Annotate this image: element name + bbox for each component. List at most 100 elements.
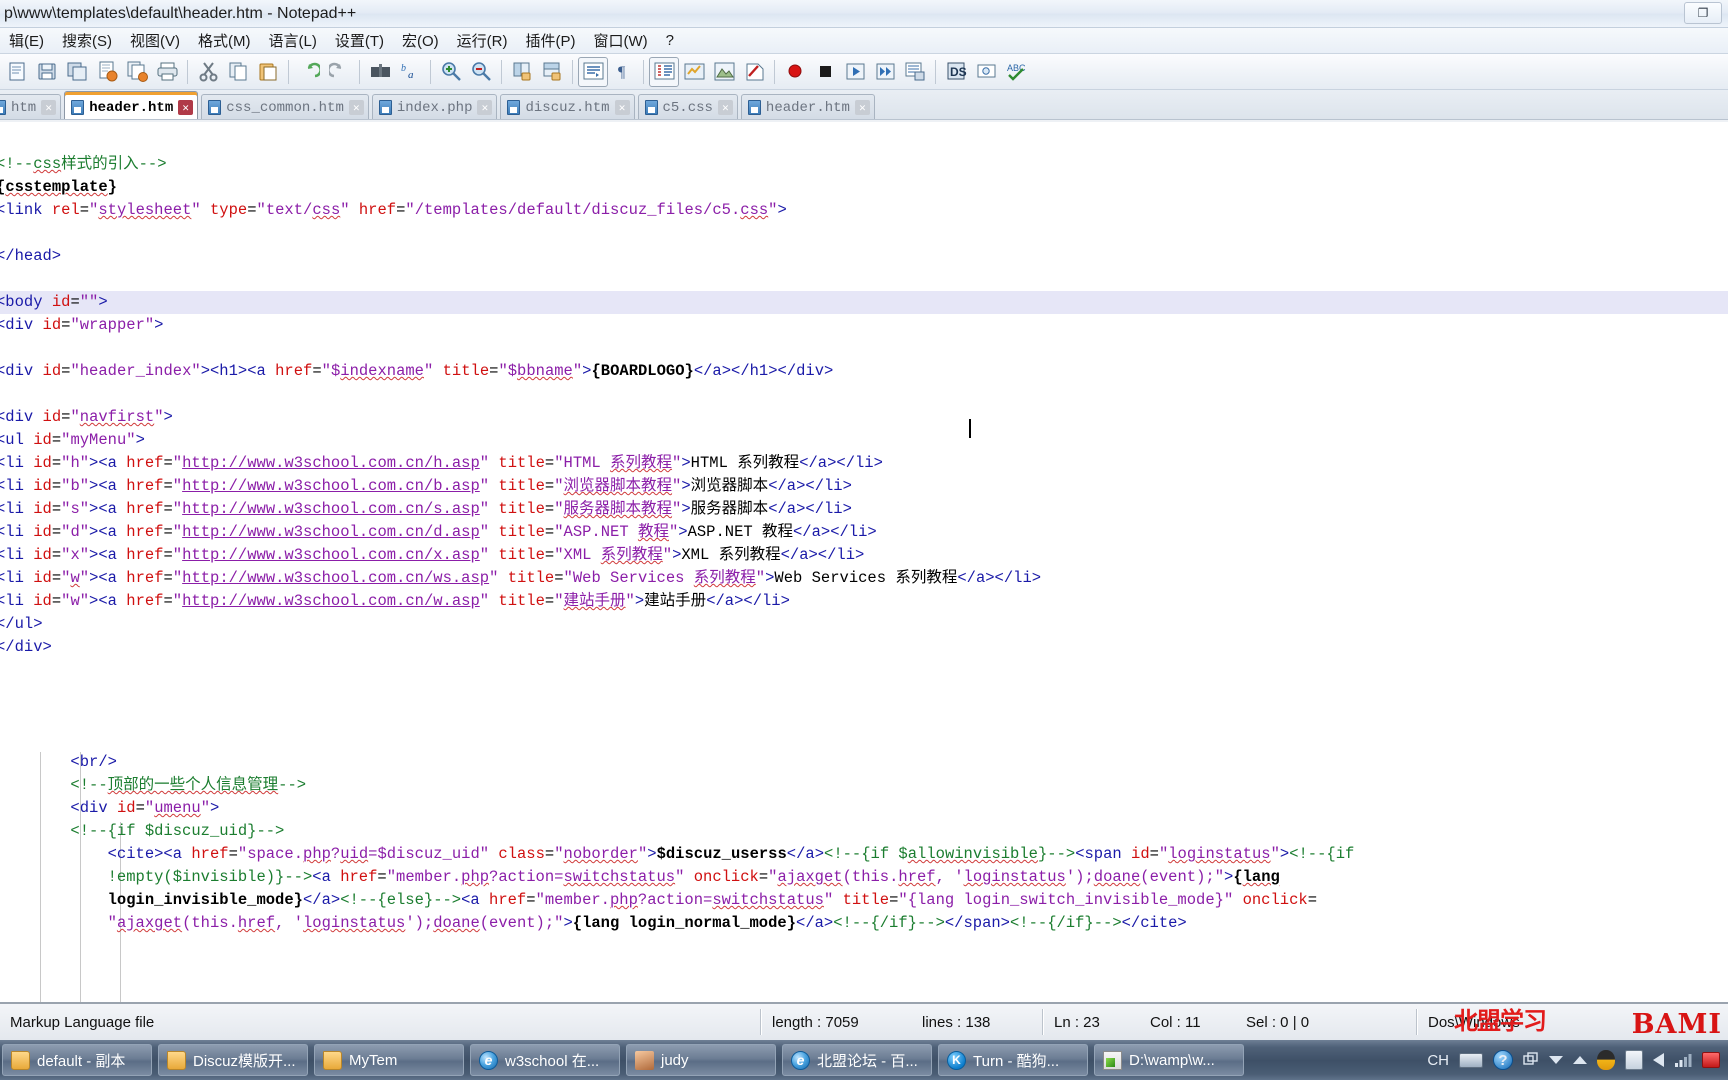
menu-window[interactable]: 窗口(W) [585, 28, 657, 53]
code-line[interactable]: <div id="navfirst"> [0, 406, 1728, 429]
user-define-dialog-icon[interactable] [679, 57, 709, 87]
tab-index-php[interactable]: index.php ✕ [371, 94, 498, 119]
show-hidden-icon[interactable] [1573, 1056, 1587, 1064]
code-editor[interactable]: <!--css样式的引入-->{csstemplate}<link rel="s… [0, 122, 1728, 1002]
code-line[interactable] [0, 222, 1728, 245]
show-all-chars-icon[interactable]: ¶ [608, 57, 638, 87]
code-line[interactable]: <li id="s"><a href="http://www.w3school.… [0, 498, 1728, 521]
function-list-icon[interactable] [739, 57, 769, 87]
taskbar-w3school[interactable]: w3school 在... [470, 1044, 620, 1076]
keyboard-icon[interactable] [1459, 1052, 1483, 1068]
taskbar-beimeng-forum[interactable]: 北盟论坛 - 百... [782, 1044, 932, 1076]
preview-icon[interactable] [971, 57, 1001, 87]
code-line[interactable]: <div id="wrapper"> [0, 314, 1728, 337]
taskbar-default-copy[interactable]: default - 副本 [2, 1044, 152, 1076]
window-switch-icon[interactable] [1523, 1052, 1539, 1068]
copy-icon[interactable] [223, 57, 253, 87]
ime-indicator[interactable]: CH [1427, 1052, 1449, 1069]
tab-discuz-htm[interactable]: discuz.htm ✕ [500, 94, 635, 119]
code-line[interactable]: <li id="w"><a href="http://www.w3school.… [0, 590, 1728, 613]
taskbar-discuz-template[interactable]: Discuz模版开... [158, 1044, 308, 1076]
close-file-icon[interactable] [92, 57, 122, 87]
close-icon[interactable]: ✕ [348, 100, 364, 115]
code-line[interactable]: <li id="x"><a href="http://www.w3school.… [0, 544, 1728, 567]
code-line[interactable] [0, 383, 1728, 406]
restore-button[interactable]: ❐ [1684, 2, 1722, 24]
code-line[interactable]: <!--css样式的引入--> [0, 153, 1728, 176]
menu-format[interactable]: 格式(M) [189, 28, 260, 53]
paste-icon[interactable] [253, 57, 283, 87]
stop-record-icon[interactable] [810, 57, 840, 87]
redo-icon[interactable] [324, 57, 354, 87]
help-icon[interactable]: ? [1493, 1050, 1513, 1070]
menu-view[interactable]: 视图(V) [121, 28, 189, 53]
code-line[interactable] [0, 337, 1728, 360]
replace-icon[interactable]: ba [395, 57, 425, 87]
document-switcher-icon[interactable]: DS [941, 57, 971, 87]
menu-run[interactable]: 运行(R) [448, 28, 517, 53]
code-line[interactable]: <ul id="myMenu"> [0, 429, 1728, 452]
code-line[interactable] [0, 728, 1728, 751]
record-macro-icon[interactable] [780, 57, 810, 87]
close-icon[interactable]: ✕ [717, 100, 733, 115]
zoom-in-icon[interactable] [436, 57, 466, 87]
code-line[interactable]: <!--{if $discuz_uid}--> [0, 820, 1728, 843]
code-line[interactable]: "ajaxget(this.href, 'loginstatus');doane… [0, 912, 1728, 935]
menu-help[interactable]: ? [657, 30, 683, 52]
menu-plugins[interactable]: 插件(P) [517, 28, 585, 53]
word-wrap-icon[interactable] [578, 56, 608, 87]
code-line[interactable]: <div id="header_index"><h1><a href="$ind… [0, 360, 1728, 383]
save-icon[interactable] [32, 57, 62, 87]
tab-css-common-htm[interactable]: css_common.htm ✕ [201, 94, 369, 119]
code-line[interactable]: <li id="d"><a href="http://www.w3school.… [0, 521, 1728, 544]
save-macro-icon[interactable] [900, 57, 930, 87]
menu-settings[interactable]: 设置(T) [326, 28, 393, 53]
code-line[interactable]: <li id="b"><a href="http://www.w3school.… [0, 475, 1728, 498]
volume-icon[interactable] [1653, 1053, 1664, 1067]
chevron-down-icon[interactable] [1549, 1056, 1563, 1064]
code-line[interactable]: <br/> [0, 751, 1728, 774]
tab-header-htm[interactable]: header.htm ✕ [64, 91, 199, 119]
cut-icon[interactable] [193, 57, 223, 87]
code-line[interactable]: {csstemplate} [0, 176, 1728, 199]
new-file-icon[interactable] [2, 57, 32, 87]
tab-c5-css[interactable]: c5.css ✕ [637, 94, 738, 119]
document-map-icon[interactable] [709, 57, 739, 87]
code-line[interactable]: <div id="umenu"> [0, 797, 1728, 820]
print-icon[interactable] [152, 57, 182, 87]
menu-macro[interactable]: 宏(O) [393, 28, 448, 53]
taskbar-mytem[interactable]: MyTem [314, 1044, 464, 1076]
shield-icon[interactable] [1702, 1052, 1720, 1068]
code-line[interactable]: <!--顶部的一些个人信息管理--> [0, 774, 1728, 797]
code-line[interactable]: <cite><a href="space.php?uid=$discuz_uid… [0, 843, 1728, 866]
menu-language[interactable]: 语言(L) [260, 28, 326, 53]
taskbar-notepadpp[interactable]: D:\wamp\w... [1094, 1044, 1244, 1076]
close-icon[interactable]: ✕ [41, 100, 57, 115]
indent-guide-icon[interactable] [649, 56, 679, 87]
tab-header-htm-2[interactable]: header.htm ✕ [740, 94, 875, 119]
sync-vertical-icon[interactable] [507, 57, 537, 87]
close-icon[interactable]: ✕ [614, 100, 630, 115]
close-all-icon[interactable] [122, 57, 152, 87]
playback-icon[interactable] [840, 57, 870, 87]
spell-check-icon[interactable]: ABC [1001, 57, 1031, 87]
qq-penguin-icon[interactable] [1597, 1050, 1615, 1070]
code-line[interactable]: <link rel="stylesheet" type="text/css" h… [0, 199, 1728, 222]
code-line[interactable] [0, 682, 1728, 705]
tab-htm-partial[interactable]: htm ✕ [0, 94, 62, 119]
code-line[interactable]: </head> [0, 245, 1728, 268]
code-line[interactable]: <li id="w"><a href="http://www.w3school.… [0, 567, 1728, 590]
code-line[interactable] [0, 130, 1728, 153]
code-line[interactable] [0, 705, 1728, 728]
sync-horizontal-icon[interactable] [537, 57, 567, 87]
code-line[interactable]: login_invisible_mode}</a><!--{else}--><a… [0, 889, 1728, 912]
taskbar-judy[interactable]: judy [626, 1044, 776, 1076]
code-line[interactable]: !empty($invisible)}--><a href="member.ph… [0, 866, 1728, 889]
network-icon[interactable] [1674, 1052, 1692, 1068]
code-line[interactable] [0, 659, 1728, 682]
close-icon[interactable]: ✕ [854, 100, 870, 115]
run-multiple-icon[interactable] [870, 57, 900, 87]
code-line[interactable]: <li id="h"><a href="http://www.w3school.… [0, 452, 1728, 475]
undo-icon[interactable] [294, 57, 324, 87]
clipboard-icon[interactable] [1625, 1050, 1643, 1070]
